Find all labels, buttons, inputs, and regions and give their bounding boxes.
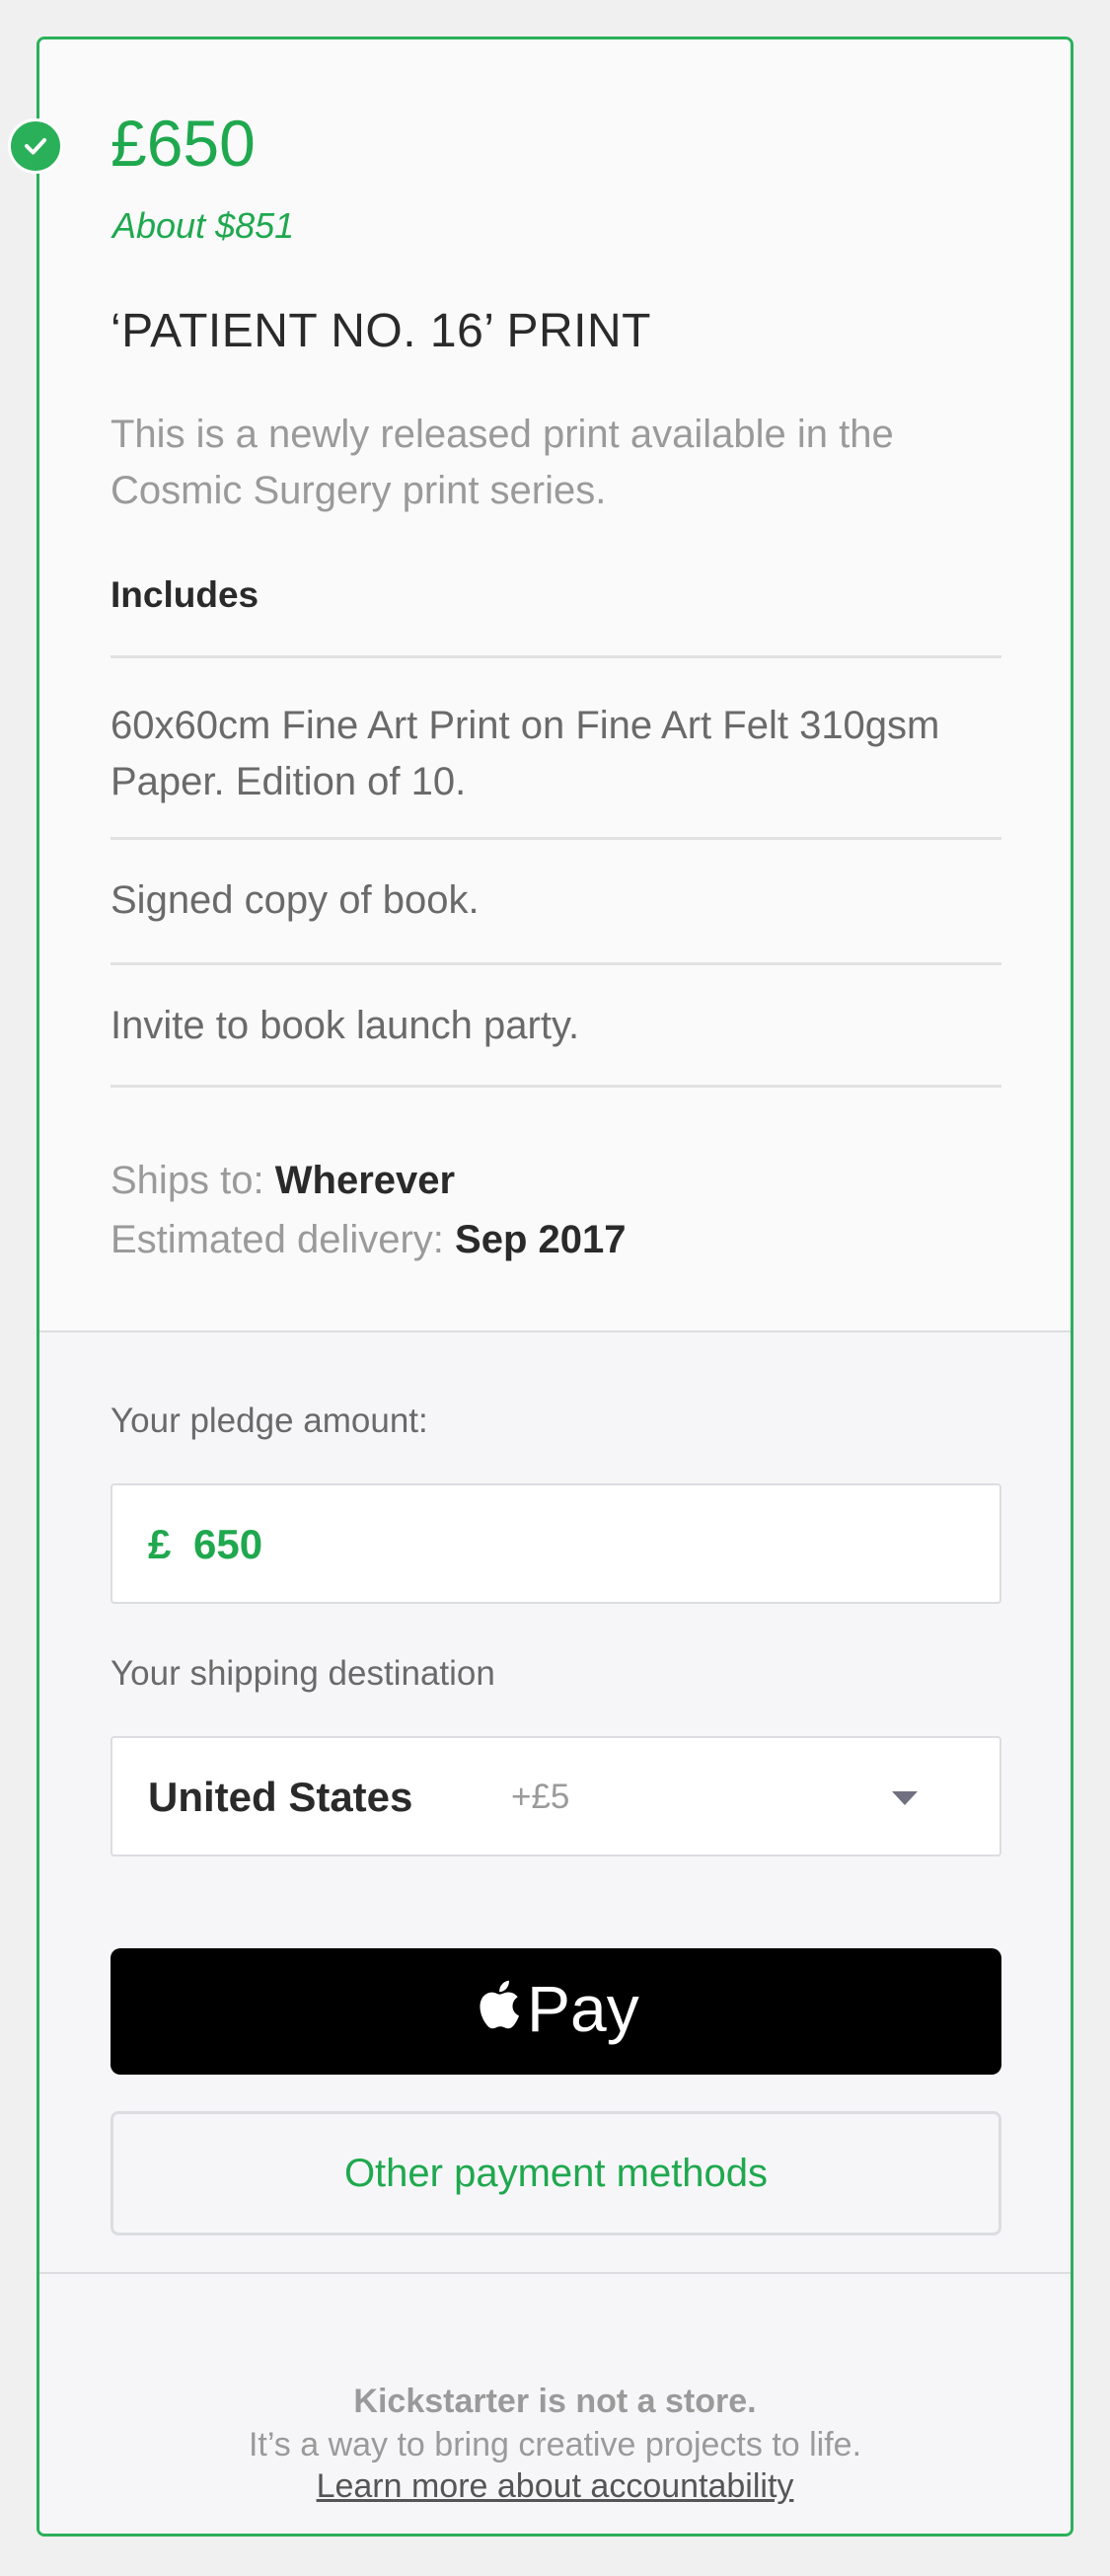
includes-list: 60x60cm Fine Art Print on Fine Art Felt … bbox=[111, 655, 1001, 1088]
converted-price: About $851 bbox=[112, 205, 295, 246]
apple-pay-label: Pay bbox=[527, 1972, 639, 2045]
ships-to-label: Ships to: bbox=[111, 1159, 264, 1202]
shipping-destination-select[interactable]: United States +£5 bbox=[111, 1736, 1001, 1856]
reward-card: £650 About $851 ‘PATIENT NO. 16’ PRINT T… bbox=[37, 37, 1073, 2537]
footer-text: It’s a way to bring creative projects to… bbox=[248, 2426, 862, 2463]
accountability-link[interactable]: Learn more about accountability bbox=[39, 2467, 1071, 2506]
delivery-row: Estimated delivery: Sep 2017 bbox=[111, 1210, 627, 1269]
delivery-value: Sep 2017 bbox=[455, 1218, 627, 1261]
list-item: 60x60cm Fine Art Print on Fine Art Felt … bbox=[111, 655, 1001, 837]
pledge-amount-input[interactable] bbox=[193, 1521, 884, 1568]
reward-details: £650 About $851 ‘PATIENT NO. 16’ PRINT T… bbox=[39, 39, 1071, 1332]
list-item: Invite to book launch party. bbox=[111, 962, 1001, 1088]
checkmark-circle-icon bbox=[8, 118, 63, 174]
reward-price: £650 bbox=[111, 107, 256, 180]
apple-icon bbox=[476, 1977, 521, 2037]
delivery-label: Estimated delivery: bbox=[111, 1218, 444, 1261]
currency-symbol: £ bbox=[148, 1521, 172, 1567]
selected-country: United States bbox=[148, 1774, 413, 1820]
pledge-amount-label: Your pledge amount: bbox=[111, 1402, 428, 1440]
other-payment-methods-button[interactable]: Other payment methods bbox=[111, 2111, 1001, 2235]
pledge-form: Your pledge amount: £ Your shipping dest… bbox=[39, 1332, 1071, 2274]
shipping-destination-label: Your shipping destination bbox=[111, 1654, 495, 1693]
shipping-cost: +£5 bbox=[511, 1778, 570, 1816]
list-item: Signed copy of book. bbox=[111, 837, 1001, 962]
includes-heading: Includes bbox=[111, 574, 259, 615]
pledge-amount-field[interactable]: £ bbox=[111, 1483, 1001, 1604]
reward-title: ‘PATIENT NO. 16’ PRINT bbox=[111, 305, 651, 357]
chevron-down-icon bbox=[892, 1791, 918, 1810]
apple-pay-button[interactable]: Pay bbox=[111, 1948, 1001, 2075]
shipping-info: Ships to: Wherever Estimated delivery: S… bbox=[111, 1151, 627, 1269]
footer-heading: Kickstarter is not a store. bbox=[353, 2383, 757, 2420]
reward-description: This is a newly released print available… bbox=[111, 413, 894, 512]
footer: Kickstarter is not a store. It’s a way t… bbox=[39, 2274, 1071, 2534]
ships-to-row: Ships to: Wherever bbox=[111, 1151, 627, 1210]
ships-to-value: Wherever bbox=[274, 1159, 456, 1202]
